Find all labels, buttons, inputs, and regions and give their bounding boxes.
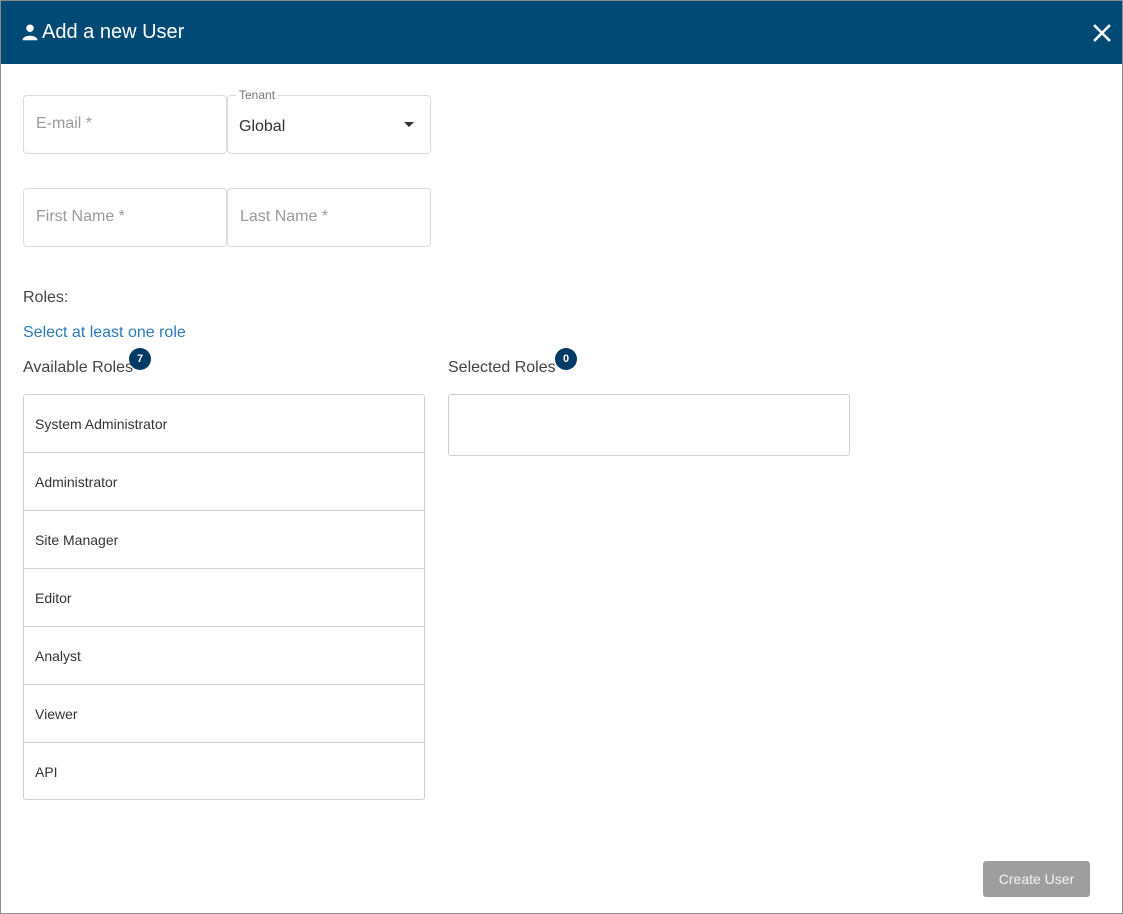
available-roles-count-badge: 7 [129, 348, 151, 370]
role-item-viewer[interactable]: Viewer [24, 685, 424, 743]
role-item-analyst[interactable]: Analyst [24, 627, 424, 685]
role-item-administrator[interactable]: Administrator [24, 453, 424, 511]
role-item-editor[interactable]: Editor [24, 569, 424, 627]
tenant-value: Global [239, 118, 286, 135]
selected-roles-count-badge: 0 [555, 348, 577, 370]
role-item-site-manager[interactable]: Site Manager [24, 511, 424, 569]
email-field[interactable]: E-mail * [23, 95, 227, 154]
role-item-system-administrator[interactable]: System Administrator [24, 395, 424, 453]
close-icon[interactable] [1090, 21, 1114, 45]
user-icon [22, 24, 38, 41]
roles-hint: Select at least one role [23, 324, 186, 341]
email-placeholder: E-mail * [36, 115, 93, 132]
tenant-select[interactable]: Tenant Global [227, 88, 431, 154]
add-user-dialog: Add a new User E-mail * Tenant Global Fi… [0, 0, 1123, 914]
dialog-header: Add a new User [1, 1, 1122, 64]
selected-roles-title: Selected Roles [448, 359, 556, 376]
dialog-title: Add a new User [42, 21, 185, 43]
last-name-placeholder: Last Name * [240, 208, 329, 225]
selected-roles-list[interactable] [448, 394, 850, 456]
chevron-down-icon[interactable] [404, 122, 414, 127]
first-name-placeholder: First Name * [36, 208, 125, 225]
create-user-button[interactable]: Create User [983, 861, 1090, 897]
available-roles-title: Available Roles [23, 359, 133, 376]
role-item-api[interactable]: API [24, 743, 424, 799]
tenant-label: Tenant [236, 88, 279, 102]
available-roles-list: System Administrator Administrator Site … [23, 394, 425, 800]
last-name-field[interactable]: Last Name * [227, 188, 431, 247]
roles-label: Roles: [23, 289, 69, 306]
first-name-field[interactable]: First Name * [23, 188, 227, 247]
